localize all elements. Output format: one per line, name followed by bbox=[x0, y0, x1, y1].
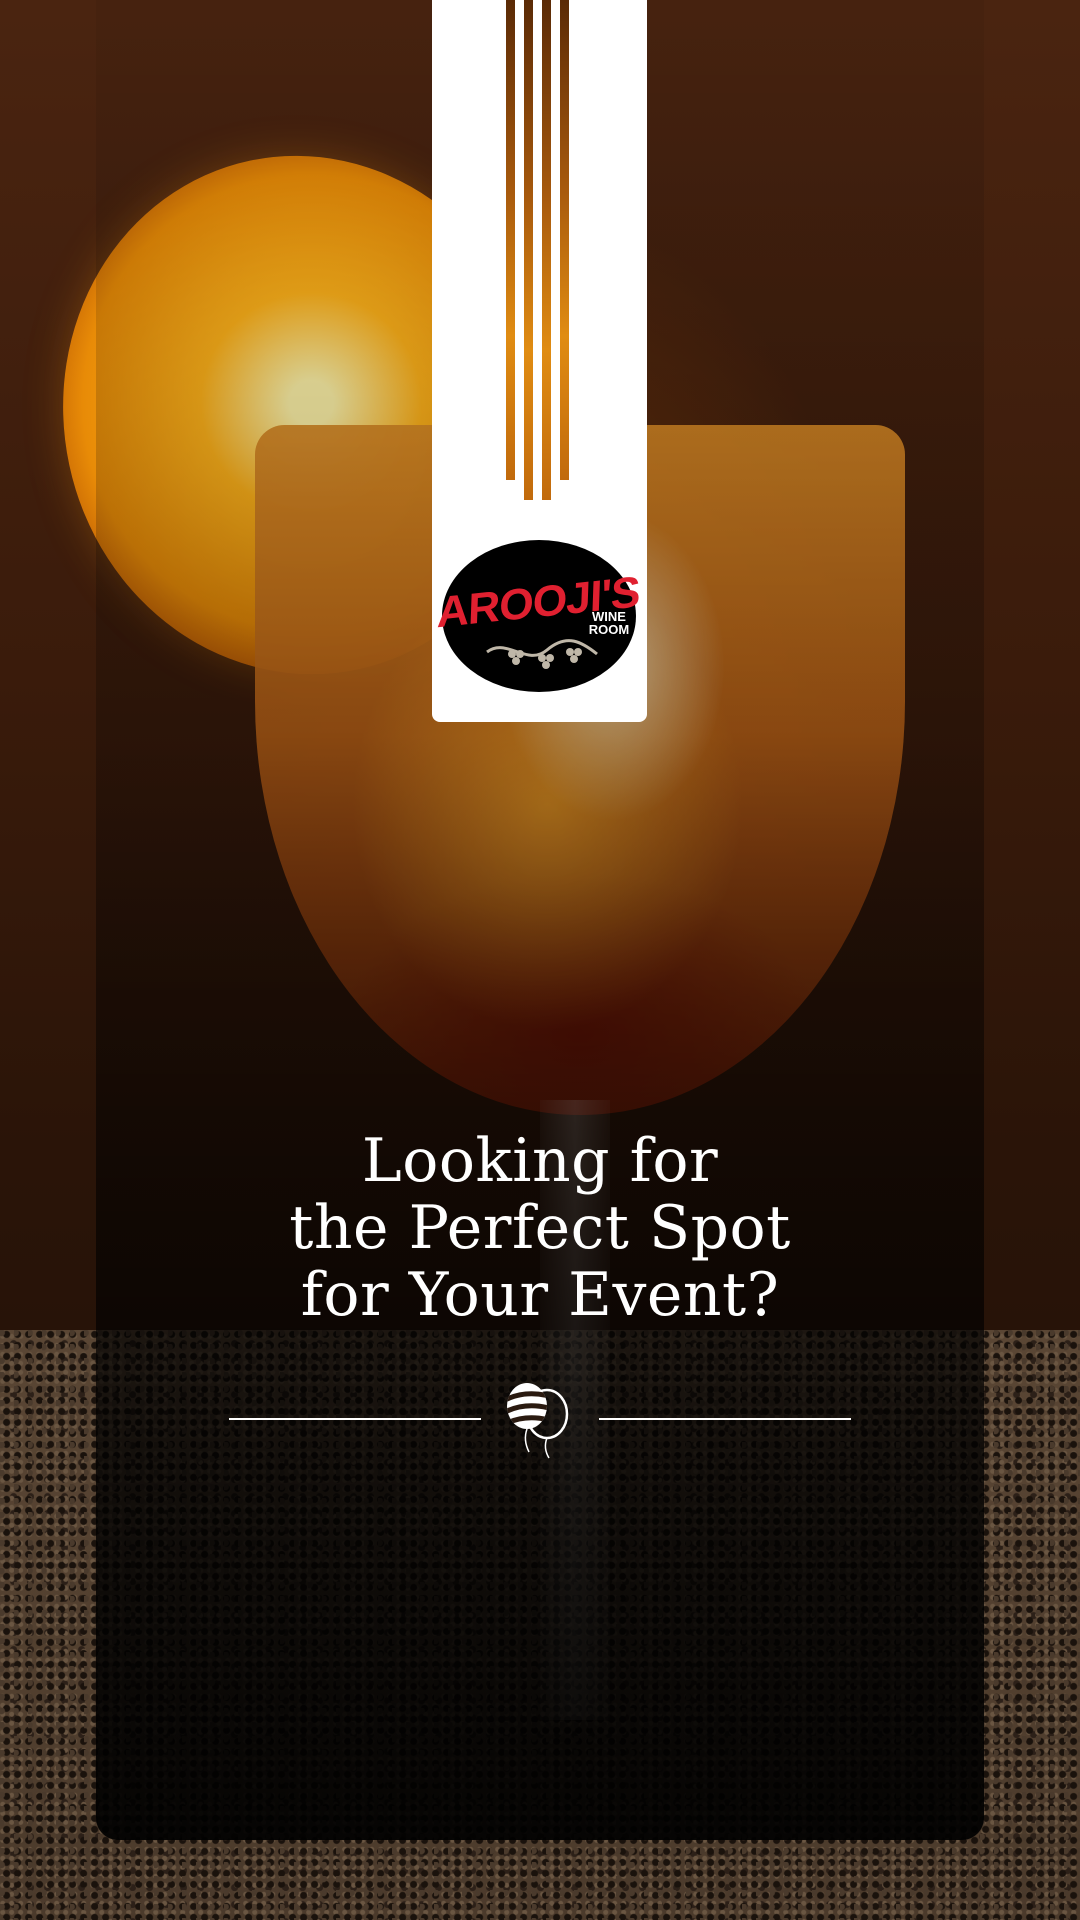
headline-line-2: the Perfect Spot bbox=[289, 1193, 791, 1263]
brand-logo: AROOJI'S WINE ROOM bbox=[436, 540, 640, 692]
headline-line-3: for Your Event? bbox=[300, 1260, 780, 1330]
ribbon-stripe bbox=[560, 0, 569, 480]
grape-vine-icon bbox=[486, 639, 598, 669]
ribbon-stripe bbox=[506, 0, 515, 480]
logo-ribbon: AROOJI'S WINE ROOM bbox=[432, 0, 647, 722]
headline-line-1: Looking for bbox=[361, 1126, 719, 1196]
ribbon-stripe bbox=[524, 0, 533, 500]
event-headline: Looking for the Perfect Spot for Your Ev… bbox=[96, 1128, 984, 1329]
balloons-icon bbox=[507, 1383, 569, 1459]
ribbon-stripe bbox=[542, 0, 551, 500]
divider-line-left bbox=[229, 1418, 481, 1420]
divider-line-right bbox=[599, 1418, 851, 1420]
